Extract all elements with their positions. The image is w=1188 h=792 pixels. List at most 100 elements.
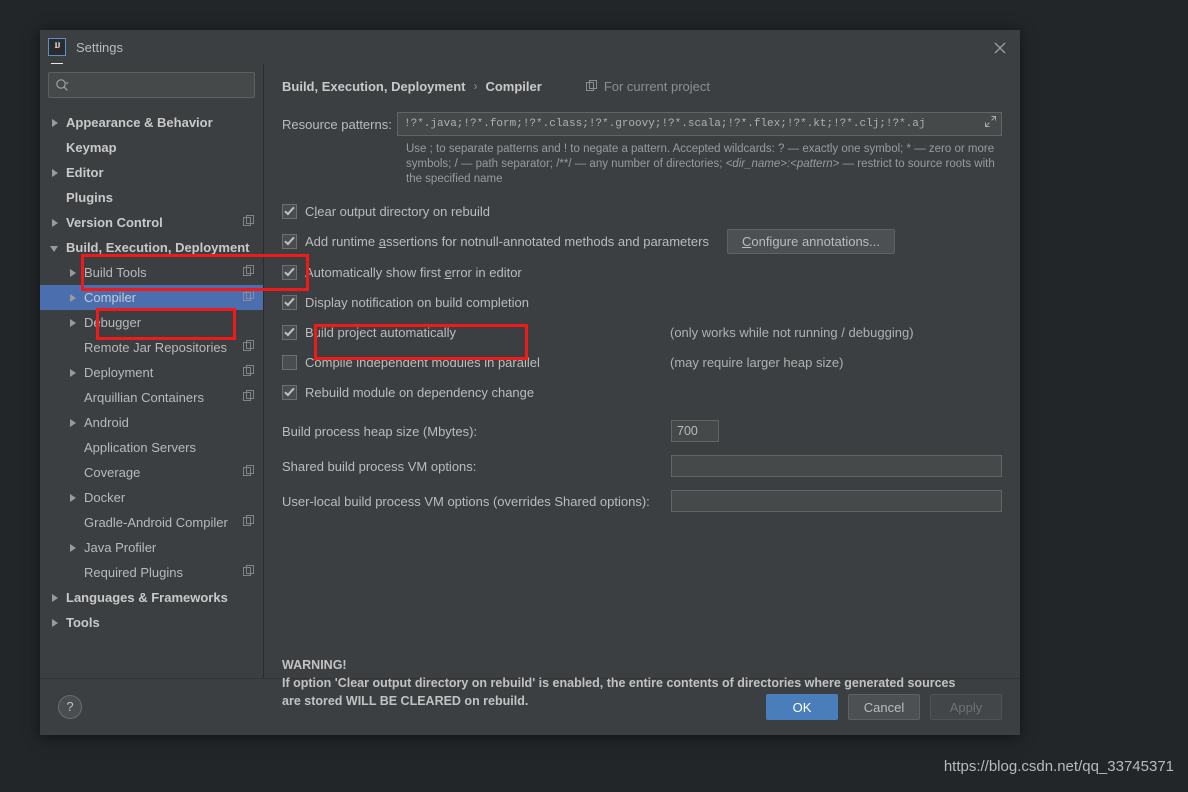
sidebar-item-label: Keymap — [66, 140, 117, 155]
heap-size-input[interactable] — [671, 420, 719, 442]
checkbox-compile-independent-modules-in-parallel[interactable] — [282, 354, 297, 370]
sidebar-item-keymap[interactable]: Keymap — [40, 135, 263, 160]
watermark: https://blog.csdn.net/qq_33745371 — [943, 758, 1174, 775]
warning-block: WARNING! If option 'Clear output directo… — [282, 656, 955, 710]
module-scope-icon — [243, 465, 254, 476]
sidebar-item-appearance-behavior[interactable]: Appearance & Behavior — [40, 110, 263, 135]
checkbox-note: (only works while not running / debuggin… — [670, 324, 914, 340]
checkbox-label[interactable]: Compile independent modules in parallel — [305, 355, 540, 370]
sidebar-item-label: Tools — [66, 615, 100, 630]
module-scope-icon — [243, 290, 254, 301]
help-button[interactable]: ? — [58, 695, 82, 719]
breadcrumb-separator-icon: › — [473, 79, 478, 93]
checkbox-add-runtime-assertions-for-notnull-annot[interactable] — [282, 234, 297, 249]
sidebar-item-android[interactable]: Android — [40, 410, 263, 435]
module-scope-icon — [243, 365, 254, 376]
shared-vm-label: Shared build process VM options: — [282, 458, 477, 474]
heap-size-row: Build process heap size (Mbytes): — [282, 420, 1002, 442]
shared-vm-input[interactable] — [671, 455, 1002, 477]
checkbox-label[interactable]: Clear output directory on rebuild — [305, 204, 490, 219]
sidebar-item-remote-jar-repositories[interactable]: Remote Jar Repositories — [40, 335, 263, 360]
userlocal-vm-row: User-local build process VM options (ove… — [282, 490, 1002, 512]
sidebar-item-label: Build Tools — [84, 265, 147, 280]
sidebar-item-plugins[interactable]: Plugins — [40, 185, 263, 210]
chevron-right-icon[interactable] — [68, 493, 78, 503]
chevron-right-icon[interactable] — [50, 618, 60, 628]
sidebar-item-label: Languages & Frameworks — [66, 590, 228, 605]
resource-patterns-field[interactable]: !?*.java;!?*.form;!?*.class;!?*.groovy;!… — [397, 112, 1002, 136]
chevron-right-icon[interactable] — [68, 268, 78, 278]
sidebar-item-coverage[interactable]: Coverage — [40, 460, 263, 485]
sidebar-item-application-servers[interactable]: Application Servers — [40, 435, 263, 460]
sidebar-item-label: Compiler — [84, 290, 137, 305]
checkbox-build-project-automatically[interactable] — [282, 324, 297, 340]
chevron-right-icon[interactable] — [50, 168, 60, 178]
sidebar-item-label: Debugger — [84, 315, 142, 330]
close-icon[interactable] — [990, 38, 1010, 58]
module-scope-icon — [243, 340, 254, 351]
checkbox-display-notification-on-build-completion[interactable] — [282, 294, 297, 310]
sidebar-item-build-execution-deployment[interactable]: Build, Execution, Deployment — [40, 235, 263, 260]
module-scope-icon — [243, 265, 254, 276]
sidebar-item-docker[interactable]: Docker — [40, 485, 263, 510]
chevron-right-icon[interactable] — [68, 293, 78, 303]
chevron-down-icon[interactable] — [50, 243, 60, 253]
userlocal-vm-input[interactable] — [671, 490, 1002, 512]
chevron-right-icon[interactable] — [68, 418, 78, 428]
chevron-right-icon[interactable] — [50, 218, 60, 228]
checkbox-label[interactable]: Add runtime assertions for notnull-annot… — [305, 234, 709, 249]
sidebar-item-java-profiler[interactable]: Java Profiler — [40, 535, 263, 560]
sidebar-item-required-plugins[interactable]: Required Plugins — [40, 560, 263, 585]
sidebar-item-tools[interactable]: Tools — [40, 610, 263, 635]
sidebar-item-label: Version Control — [66, 215, 163, 230]
sidebar-item-gradle-android-compiler[interactable]: Gradle-Android Compiler — [40, 510, 263, 535]
sidebar-item-build-tools[interactable]: Build Tools — [40, 260, 263, 285]
resource-patterns-value[interactable]: !?*.java;!?*.form;!?*.class;!?*.groovy;!… — [404, 118, 980, 130]
configure-annotations-button[interactable]: Configure annotations... — [726, 229, 896, 254]
breadcrumb-parent[interactable]: Build, Execution, Deployment — [282, 79, 465, 94]
chevron-right-icon[interactable] — [68, 368, 78, 378]
search-container — [40, 68, 263, 108]
compiler-settings-panel: Build, Execution, Deployment › Compiler … — [264, 64, 1020, 708]
chevron-right-icon[interactable] — [68, 318, 78, 328]
sidebar-item-label: Java Profiler — [84, 540, 157, 555]
checkbox-label[interactable]: Automatically show first error in editor — [305, 265, 522, 280]
sidebar-item-editor[interactable]: Editor — [40, 160, 263, 185]
sidebar-item-label: Arquillian Containers — [84, 390, 204, 405]
module-scope-icon — [243, 565, 254, 576]
sidebar-item-languages-frameworks[interactable]: Languages & Frameworks — [40, 585, 263, 610]
sidebar-item-compiler[interactable]: Compiler — [40, 285, 263, 310]
checkbox-clear-output-directory-on-rebuild[interactable] — [282, 203, 297, 219]
module-scope-icon — [243, 215, 254, 226]
search-icon — [56, 79, 69, 91]
settings-dialog: IJ Settings Appearance & Behavior Keymap… — [40, 30, 1020, 735]
chevron-right-icon[interactable] — [50, 593, 60, 603]
checkbox-row-rebuild-module-on-dependency-change: Rebuild module on dependency change — [282, 380, 1002, 404]
search-box[interactable] — [48, 72, 255, 98]
checkbox-automatically-show-first-error-in-editor[interactable] — [282, 264, 297, 280]
search-input[interactable] — [73, 77, 248, 93]
sidebar-item-label: Editor — [66, 165, 104, 180]
sidebar-item-arquillian-containers[interactable]: Arquillian Containers — [40, 385, 263, 410]
checkbox-label[interactable]: Build project automatically — [305, 325, 456, 340]
checkbox-label[interactable]: Rebuild module on dependency change — [305, 385, 534, 400]
sidebar-item-deployment[interactable]: Deployment — [40, 360, 263, 385]
resource-patterns-label: Resource patterns: — [282, 116, 392, 132]
sidebar-item-debugger[interactable]: Debugger — [40, 310, 263, 335]
warning-line-2: are stored WILL BE CLEARED on rebuild. — [282, 694, 529, 708]
sidebar-item-version-control[interactable]: Version Control — [40, 210, 263, 235]
expand-icon[interactable] — [980, 115, 997, 133]
dialog-body: Appearance & Behavior Keymap Editor Plugins… — [40, 64, 1020, 708]
checkbox-rebuild-module-on-dependency-change[interactable] — [282, 384, 297, 400]
sidebar-item-label: Appearance & Behavior — [66, 115, 213, 130]
sidebar-item-label: Required Plugins — [84, 565, 184, 580]
checkbox-label[interactable]: Display notification on build completion — [305, 295, 529, 310]
chevron-right-icon[interactable] — [50, 118, 60, 128]
module-scope-icon — [243, 290, 255, 305]
chevron-right-icon[interactable] — [68, 543, 78, 553]
module-scope-icon — [243, 265, 255, 280]
